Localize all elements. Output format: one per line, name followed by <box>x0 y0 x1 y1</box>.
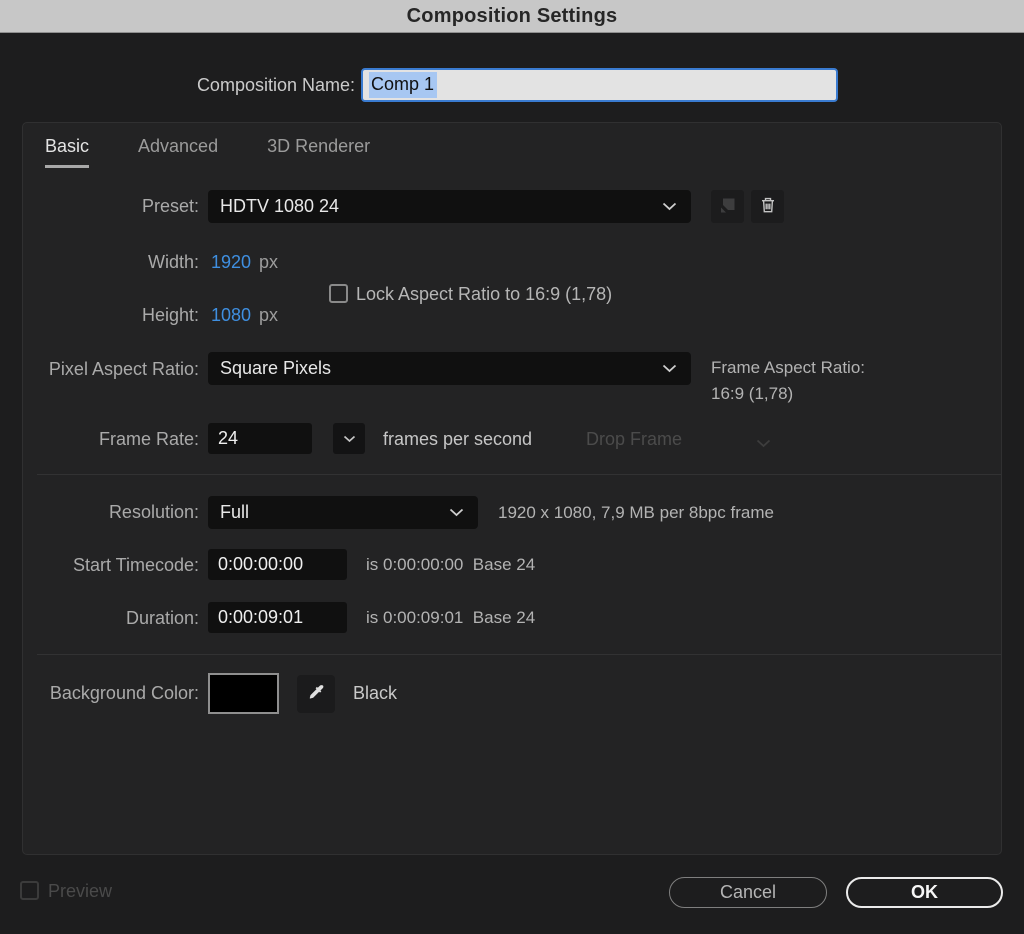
start-timecode-input[interactable] <box>208 549 347 580</box>
width-label: Width: <box>147 252 199 272</box>
chevron-down-icon <box>662 202 677 211</box>
lock-aspect-checkbox[interactable] <box>329 284 348 303</box>
width-unit: px <box>259 252 279 272</box>
resolution-label: Resolution: <box>108 502 199 522</box>
chevron-down-icon <box>662 364 677 373</box>
frames-per-second-label: frames per second <box>383 429 533 449</box>
cancel-button[interactable]: Cancel <box>669 877 827 908</box>
frame-aspect-ratio-label: Frame Aspect Ratio: <box>711 358 866 377</box>
frame-rate-label: Frame Rate: <box>98 429 199 449</box>
settings-panel: Basic Advanced 3D Renderer Preset: HDTV … <box>22 122 1002 855</box>
divider <box>37 474 1001 475</box>
frame-aspect-ratio: Frame Aspect Ratio: 16:9 (1,78) <box>711 355 865 407</box>
trash-icon <box>758 195 778 218</box>
height-unit: px <box>259 305 279 325</box>
eyedropper-icon <box>306 682 327 706</box>
frame-rate-input[interactable] <box>208 423 312 454</box>
frame-rate-dropdown-button[interactable] <box>333 423 365 454</box>
width-value[interactable]: 1920 px <box>211 252 278 273</box>
background-color-swatch[interactable] <box>208 673 279 714</box>
composition-name-label: Composition Name: <box>196 75 355 95</box>
pixel-aspect-ratio-value: Square Pixels <box>220 358 332 378</box>
start-timecode-label: Start Timecode: <box>72 555 199 575</box>
duration-input[interactable] <box>208 602 347 633</box>
tab-basic[interactable]: Basic <box>45 136 90 168</box>
resolution-dropdown[interactable]: Full <box>208 496 478 529</box>
chevron-down-icon <box>343 431 356 446</box>
eyedropper-button[interactable] <box>297 675 335 713</box>
drop-frame-dropdown: Drop Frame <box>586 429 683 449</box>
tab-advanced[interactable]: Advanced <box>138 136 218 168</box>
chevron-down-icon <box>449 508 464 517</box>
delete-preset-button[interactable] <box>751 190 784 223</box>
ok-button[interactable]: OK <box>846 877 1003 908</box>
preset-dropdown[interactable]: HDTV 1080 24 <box>208 190 691 223</box>
resolution-value: Full <box>220 502 250 522</box>
pixel-aspect-ratio-dropdown[interactable]: Square Pixels <box>208 352 691 385</box>
preview-checkbox[interactable] <box>20 881 39 900</box>
preset-label: Preset: <box>141 196 199 216</box>
composition-name-value: Comp 1 <box>369 72 438 98</box>
divider <box>37 654 1001 655</box>
resolution-info: 1920 x 1080, 7,9 MB per 8bpc frame <box>498 503 774 522</box>
chevron-down-icon <box>756 435 771 453</box>
tab-bar: Basic Advanced 3D Renderer <box>45 136 370 168</box>
tab-3d-renderer[interactable]: 3D Renderer <box>267 136 370 168</box>
preset-value: HDTV 1080 24 <box>220 196 340 216</box>
composition-name-input[interactable]: Comp 1 <box>361 68 838 102</box>
height-label: Height: <box>141 305 199 325</box>
dialog-titlebar: Composition Settings <box>0 0 1024 33</box>
height-value[interactable]: 1080 px <box>211 305 278 326</box>
duration-label: Duration: <box>125 608 199 628</box>
save-preset-button[interactable] <box>711 190 744 223</box>
start-timecode-info: is 0:00:00:00 Base 24 <box>366 555 536 574</box>
frame-aspect-ratio-value: 16:9 (1,78) <box>711 384 794 403</box>
preview-label: Preview <box>48 881 113 901</box>
lock-aspect-label: Lock Aspect Ratio to 16:9 (1,78) <box>356 284 613 304</box>
save-preset-icon <box>717 195 738 219</box>
pixel-aspect-ratio-label: Pixel Aspect Ratio: <box>48 359 199 379</box>
background-color-label: Background Color: <box>49 683 199 703</box>
dialog-title: Composition Settings <box>406 4 618 27</box>
duration-info: is 0:00:09:01 Base 24 <box>366 608 536 627</box>
background-color-name: Black <box>353 683 398 703</box>
